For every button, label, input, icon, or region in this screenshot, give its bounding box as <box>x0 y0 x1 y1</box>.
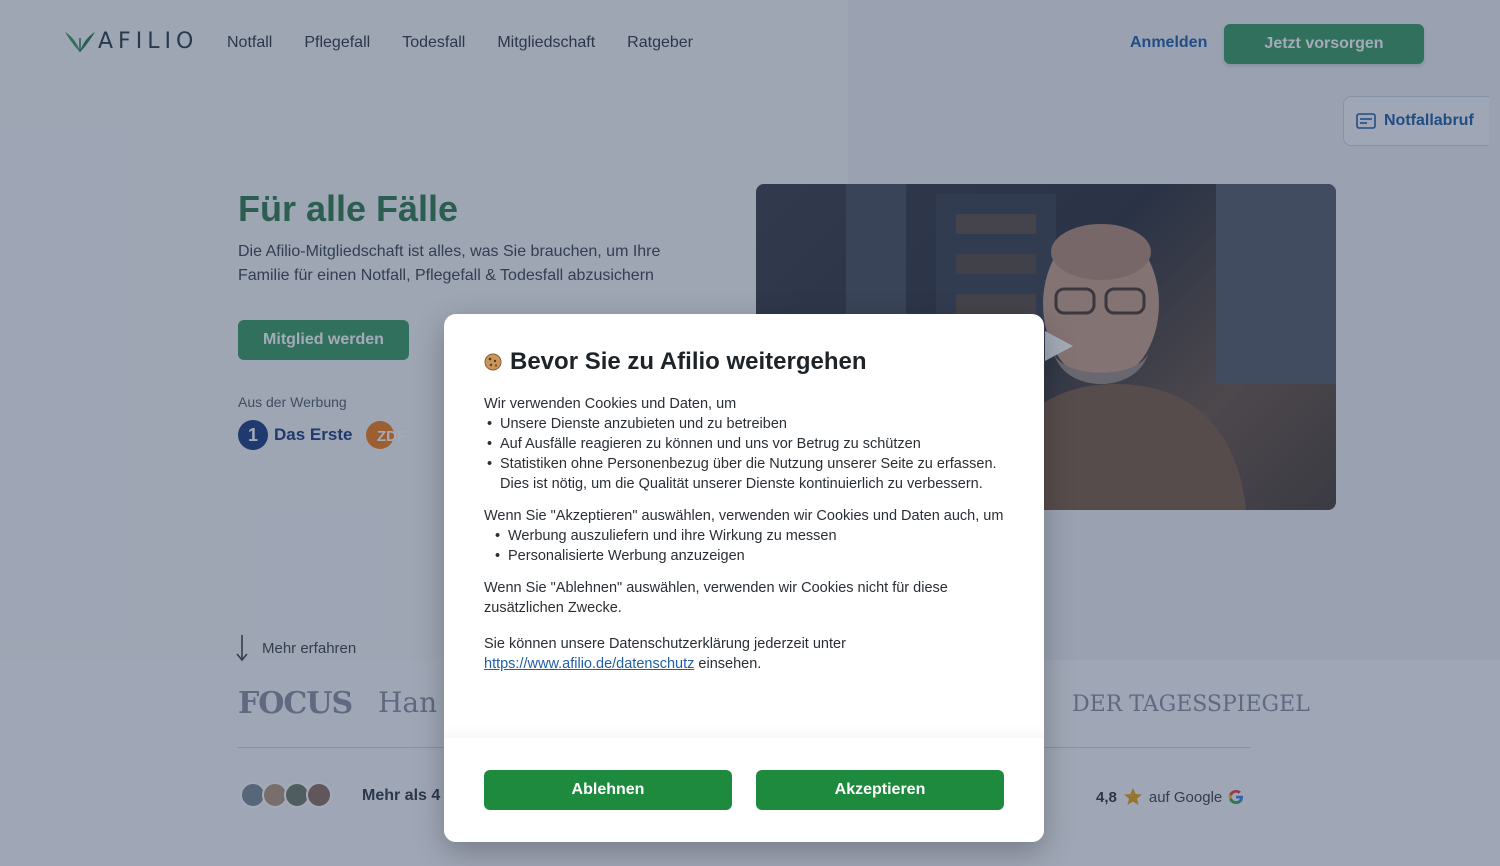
accept-purposes-list: Werbung auszuliefern und ihre Wirkung zu… <box>484 526 1006 566</box>
cookie-consent-dialog: Bevor Sie zu Afilio weitergehen Wir verw… <box>444 314 1044 842</box>
list-item: Personalisierte Werbung anzuzeigen <box>484 546 1006 566</box>
privacy-suffix: einsehen. <box>694 656 762 672</box>
cookie-icon <box>484 353 502 371</box>
decline-button[interactable]: Ablehnen <box>484 770 732 810</box>
modal-footer: Ablehnen Akzeptieren <box>444 738 1044 842</box>
cookie-intro: Wir verwenden Cookies und Daten, um <box>484 396 737 412</box>
list-item: Werbung auszuliefern und ihre Wirkung zu… <box>484 526 1006 546</box>
privacy-prefix: Sie können unsere Datenschutzerklärung j… <box>484 636 846 652</box>
decline-explanation: Wenn Sie "Ablehnen" auswählen, verwenden… <box>484 580 948 616</box>
privacy-note: Sie können unsere Datenschutzerklärung j… <box>484 634 1006 674</box>
accept-button[interactable]: Akzeptieren <box>756 770 1004 810</box>
modal-title: Bevor Sie zu Afilio weitergehen <box>510 348 867 375</box>
privacy-link[interactable]: https://www.afilio.de/datenschutz <box>484 656 694 672</box>
modal-header: Bevor Sie zu Afilio weitergehen <box>484 348 867 376</box>
list-item: Statistiken ohne Personenbezug über die … <box>484 454 1006 494</box>
list-item: Unsere Dienste anzubieten und zu betreib… <box>484 414 1006 434</box>
list-item: Auf Ausfälle reagieren zu können und uns… <box>484 434 1006 454</box>
essential-purposes-list: Unsere Dienste anzubieten und zu betreib… <box>484 414 1006 494</box>
modal-body: Wir verwenden Cookies und Daten, um Unse… <box>484 394 1006 674</box>
accept-intro: Wenn Sie "Akzeptieren" auswählen, verwen… <box>484 508 1004 524</box>
